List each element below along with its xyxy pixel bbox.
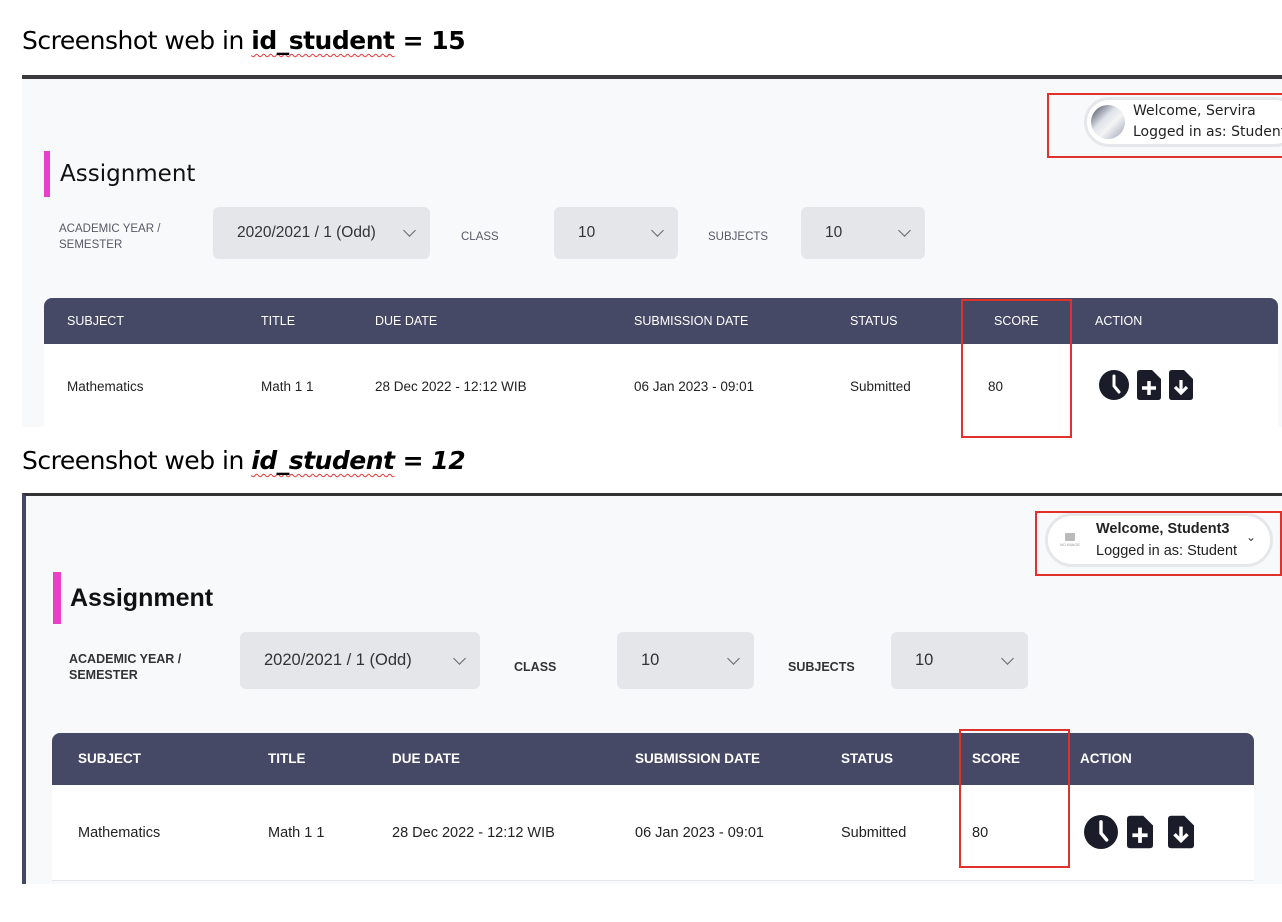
header-title: TITLE	[261, 314, 296, 328]
file-download-icon[interactable]	[1169, 370, 1193, 400]
table-header: SUBJECT TITLE DUE DATE SUBMISSION DATE S…	[44, 298, 1278, 344]
screenshot-student-15: Welcome, Servira Logged in as: Student ⌄…	[22, 75, 1282, 427]
caption-keyword: id_student	[251, 446, 395, 475]
cell-status: Submitted	[850, 379, 911, 394]
class-value: 10	[578, 224, 596, 241]
chevron-down-icon	[898, 224, 911, 237]
header-title: TITLE	[268, 751, 306, 766]
user-info: Welcome, Servira Logged in as: Student	[1133, 101, 1282, 143]
cell-due-date: 28 Dec 2022 - 12:12 WIB	[392, 825, 555, 841]
caption-keyword: id_student	[251, 26, 395, 55]
assignment-table: SUBJECT TITLE DUE DATE SUBMISSION DATE S…	[44, 298, 1278, 427]
academic-year-select[interactable]: 2020/2021 / 1 (Odd)	[240, 632, 480, 689]
welcome-text: Welcome, Student3	[1096, 521, 1230, 537]
header-subject: SUBJECT	[67, 314, 124, 328]
page-heading: Assignment	[44, 151, 195, 197]
caption-prefix: Screenshot web in	[22, 26, 252, 55]
role-text: Logged in as: Student	[1096, 543, 1238, 559]
subjects-select[interactable]: 10	[801, 207, 925, 259]
page-heading: Assignment	[53, 572, 213, 624]
header-score: SCORE	[994, 314, 1039, 328]
user-photo-icon	[1091, 105, 1125, 139]
class-select[interactable]: 10	[617, 632, 754, 689]
chevron-down-icon	[651, 224, 664, 237]
caption-prefix: Screenshot web in	[22, 446, 252, 475]
class-label: CLASS	[461, 231, 499, 243]
cell-submission-date: 06 Jan 2023 - 09:01	[634, 379, 755, 394]
header-submission-date: SUBMISSION DATE	[635, 751, 761, 766]
no-image-icon: NO IMAGE	[1052, 522, 1088, 558]
chevron-down-icon	[453, 651, 466, 665]
caption-student-15: Screenshot web in id_student = 15	[22, 26, 466, 55]
row-actions	[1099, 370, 1201, 400]
cell-title: Math 1 1	[268, 825, 325, 841]
user-menu[interactable]: NO IMAGE Welcome, Student3 Logged in as:…	[1045, 513, 1273, 567]
assignment-table: SUBJECT TITLE DUE DATE SUBMISSION DATE S…	[52, 733, 1254, 881]
chevron-down-icon	[727, 651, 740, 665]
heading-accent-bar	[53, 572, 61, 624]
chevron-down-icon	[1001, 651, 1014, 665]
header-due-date: DUE DATE	[392, 751, 461, 766]
chevron-down-icon	[403, 224, 416, 237]
header-score: SCORE	[972, 751, 1021, 766]
header-submission-date: SUBMISSION DATE	[634, 314, 749, 328]
academic-year-label: ACADEMIC YEAR / SEMESTER	[69, 652, 182, 682]
cell-status: Submitted	[841, 825, 907, 841]
cell-title: Math 1 1	[261, 379, 314, 394]
user-info: Welcome, Student3 Logged in as: Student	[1096, 518, 1237, 562]
chevron-down-icon[interactable]: ⌄	[1246, 530, 1256, 544]
header-status: STATUS	[841, 751, 893, 766]
academic-year-value: 2020/2021 / 1 (Odd)	[237, 224, 376, 241]
file-plus-icon[interactable]	[1137, 370, 1161, 400]
header-status: STATUS	[850, 314, 898, 328]
role-text: Logged in as: Student	[1133, 124, 1282, 140]
welcome-text: Welcome, Servira	[1133, 103, 1256, 119]
header-subject: SUBJECT	[78, 751, 142, 766]
heading-accent-bar	[44, 151, 50, 197]
file-plus-icon[interactable]	[1127, 815, 1153, 849]
caption-value: = 15	[394, 26, 466, 55]
page-title: Assignment	[70, 583, 214, 612]
row-actions	[1084, 815, 1202, 849]
subjects-label: SUBJECTS	[788, 660, 855, 674]
subjects-value: 10	[915, 651, 934, 669]
cell-submission-date: 06 Jan 2023 - 09:01	[635, 825, 764, 841]
academic-year-label: ACADEMIC YEAR / SEMESTER	[59, 223, 161, 251]
subjects-label: SUBJECTS	[708, 231, 769, 243]
class-label: CLASS	[514, 660, 557, 674]
table-row: Mathematics Math 1 1 28 Dec 2022 - 12:12…	[44, 344, 1278, 427]
caption-value: = 12	[394, 446, 466, 475]
header-action: ACTION	[1095, 314, 1143, 328]
table-row: Mathematics Math 1 1 28 Dec 2022 - 12:12…	[52, 785, 1254, 880]
cell-score: 80	[972, 825, 989, 841]
cell-due-date: 28 Dec 2022 - 12:12 WIB	[375, 379, 527, 394]
table-header: SUBJECT TITLE DUE DATE SUBMISSION DATE S…	[52, 733, 1254, 785]
screenshot-student-12: NO IMAGE Welcome, Student3 Logged in as:…	[22, 493, 1282, 884]
header-due-date: DUE DATE	[375, 314, 438, 328]
cell-subject: Mathematics	[67, 379, 144, 394]
user-menu[interactable]: Welcome, Servira Logged in as: Student ⌄	[1084, 97, 1282, 147]
cell-subject: Mathematics	[78, 825, 161, 841]
page-title: Assignment	[60, 161, 196, 187]
academic-year-select[interactable]: 2020/2021 / 1 (Odd)	[213, 207, 430, 259]
class-select[interactable]: 10	[554, 207, 678, 259]
class-value: 10	[641, 651, 660, 669]
clock-icon[interactable]	[1084, 815, 1118, 849]
subjects-select[interactable]: 10	[891, 632, 1028, 689]
header-action: ACTION	[1080, 751, 1132, 766]
subjects-value: 10	[825, 224, 843, 241]
clock-icon[interactable]	[1099, 370, 1129, 400]
cell-score: 80	[988, 379, 1004, 394]
academic-year-value: 2020/2021 / 1 (Odd)	[264, 651, 412, 669]
file-download-icon[interactable]	[1168, 815, 1194, 849]
caption-student-12: Screenshot web in id_student = 12	[22, 446, 466, 475]
